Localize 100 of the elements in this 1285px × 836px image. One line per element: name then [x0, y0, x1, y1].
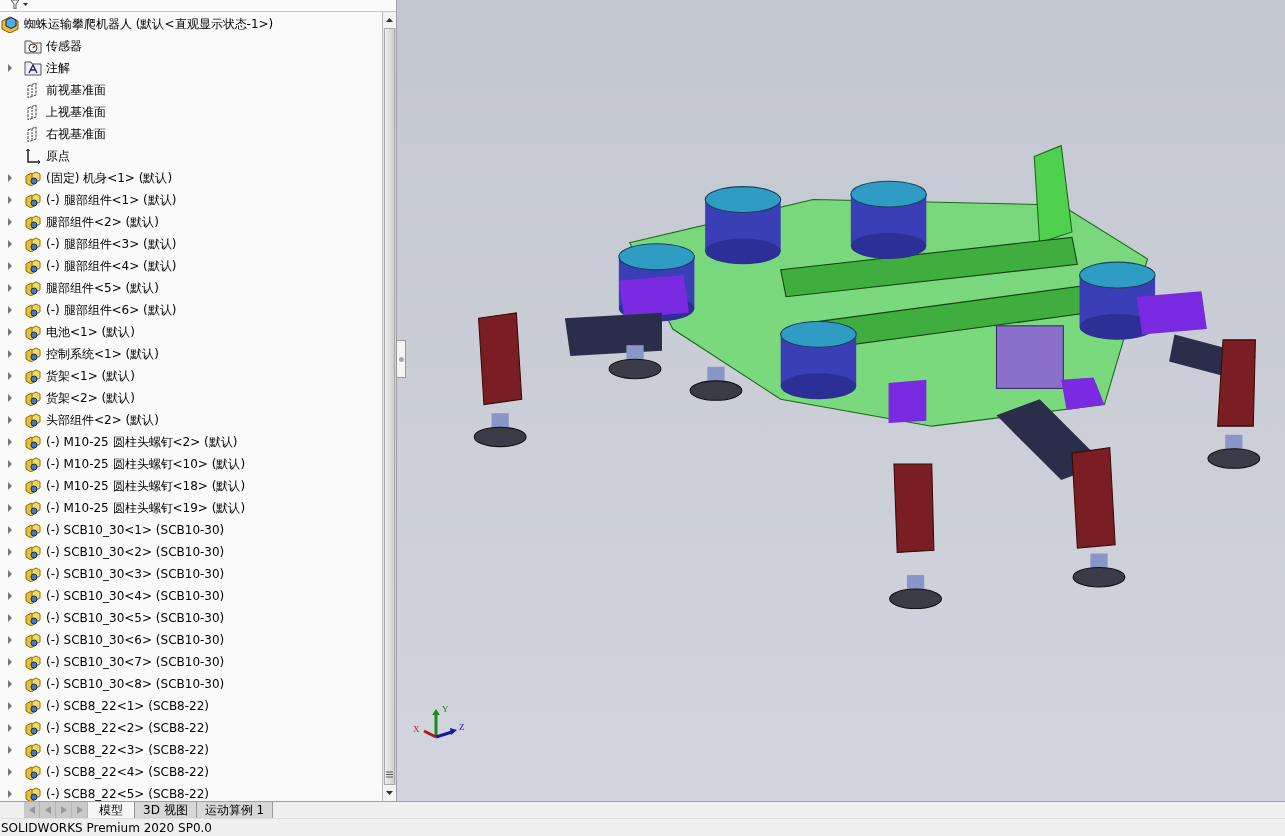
assembly-icon	[24, 236, 42, 252]
expand-arrow-icon[interactable]	[8, 636, 12, 644]
tree-item[interactable]: (-) M10-25 圆柱头螺钉<19> (默认)	[0, 497, 382, 519]
tab[interactable]: 3D 视图	[135, 802, 197, 818]
assembly-icon	[24, 478, 42, 494]
expand-arrow-icon[interactable]	[8, 372, 12, 380]
tree-item[interactable]: (-) M10-25 圆柱头螺钉<18> (默认)	[0, 475, 382, 497]
tree-item[interactable]: (-) SCB10_30<8> (SCB10-30)	[0, 673, 382, 695]
tree-item[interactable]: (-) SCB10_30<5> (SCB10-30)	[0, 607, 382, 629]
assembly-icon	[24, 390, 42, 406]
tree-item[interactable]: (-) SCB10_30<7> (SCB10-30)	[0, 651, 382, 673]
assembly-icon	[24, 192, 42, 208]
expand-arrow-icon[interactable]	[8, 570, 12, 578]
assembly-icon	[24, 258, 42, 274]
expand-arrow-icon[interactable]	[8, 526, 12, 534]
expand-arrow-icon[interactable]	[8, 724, 12, 732]
assembly-icon	[24, 522, 42, 538]
scroll-down-icon[interactable]	[386, 791, 393, 795]
assembly-icon	[24, 610, 42, 626]
assembly-icon	[24, 412, 42, 428]
expand-arrow-icon[interactable]	[8, 768, 12, 776]
assembly-icon	[0, 15, 20, 33]
expand-arrow-icon[interactable]	[8, 328, 12, 336]
axis-label: X	[413, 724, 420, 734]
tree-item[interactable]: 腿部组件<5> (默认)	[0, 277, 382, 299]
tree-item[interactable]: 货架<1> (默认)	[0, 365, 382, 387]
assembly-icon	[24, 302, 42, 318]
expand-arrow-icon[interactable]	[8, 350, 12, 358]
expand-arrow-icon[interactable]	[8, 658, 12, 666]
tab[interactable]: 运动算例 1	[196, 802, 274, 818]
sensor-folder-icon	[24, 38, 42, 54]
tree-item[interactable]: (-) M10-25 圆柱头螺钉<2> (默认)	[0, 431, 382, 453]
tree-item[interactable]: 右视基准面	[0, 123, 382, 145]
tree-item[interactable]: 注解	[0, 57, 382, 79]
scrollbar[interactable]	[382, 12, 396, 801]
tree-item[interactable]: (固定) 机身<1> (默认)	[0, 167, 382, 189]
tree-item[interactable]: (-) 腿部组件<1> (默认)	[0, 189, 382, 211]
assembly-icon	[24, 588, 42, 604]
tree-item[interactable]: 货架<2> (默认)	[0, 387, 382, 409]
tree-item[interactable]: (-) SCB10_30<1> (SCB10-30)	[0, 519, 382, 541]
tree-item[interactable]: (-) SCB8_22<3> (SCB8-22)	[0, 739, 382, 761]
expand-arrow-icon[interactable]	[8, 702, 12, 710]
assembly-icon	[24, 214, 42, 230]
tree-item[interactable]: (-) 腿部组件<3> (默认)	[0, 233, 382, 255]
expand-arrow-icon[interactable]	[8, 460, 12, 468]
expand-arrow-icon[interactable]	[8, 240, 12, 248]
tree-item[interactable]: 上视基准面	[0, 101, 382, 123]
tree-item[interactable]: 蜘蛛运输攀爬机器人 (默认<直观显示状态-1>)	[0, 13, 382, 35]
graphics-viewport[interactable]: Y X Z	[397, 0, 1285, 801]
assembly-icon	[24, 654, 42, 670]
tree-item[interactable]: 前视基准面	[0, 79, 382, 101]
filter-icon[interactable]	[10, 0, 30, 9]
assembly-icon	[24, 500, 42, 516]
panel-splitter[interactable]	[396, 340, 406, 378]
tree-item[interactable]: (-) SCB10_30<3> (SCB10-30)	[0, 563, 382, 585]
assembly-icon	[24, 280, 42, 296]
tree-item[interactable]: 电池<1> (默认)	[0, 321, 382, 343]
annotation-folder-icon	[24, 60, 42, 76]
expand-arrow-icon[interactable]	[8, 262, 12, 270]
tree-item[interactable]: 原点	[0, 145, 382, 167]
expand-arrow-icon[interactable]	[8, 416, 12, 424]
expand-arrow-icon[interactable]	[8, 438, 12, 446]
axis-label: Z	[459, 722, 465, 732]
expand-arrow-icon[interactable]	[8, 592, 12, 600]
expand-arrow-icon[interactable]	[8, 614, 12, 622]
expand-arrow-icon[interactable]	[8, 306, 12, 314]
assembly-icon	[24, 324, 42, 340]
axis-label: Y	[442, 704, 449, 714]
tree-item[interactable]: 传感器	[0, 35, 382, 57]
expand-arrow-icon[interactable]	[8, 174, 12, 182]
scroll-up-icon[interactable]	[386, 18, 393, 22]
tree-item[interactable]: 头部组件<2> (默认)	[0, 409, 382, 431]
tree-item[interactable]: (-) SCB10_30<6> (SCB10-30)	[0, 629, 382, 651]
expand-arrow-icon[interactable]	[8, 504, 12, 512]
tab[interactable]: 模型	[88, 802, 135, 818]
tree-item[interactable]: (-) 腿部组件<4> (默认)	[0, 255, 382, 277]
assembly-icon	[24, 434, 42, 450]
tree-item[interactable]: (-) SCB10_30<2> (SCB10-30)	[0, 541, 382, 563]
tree-item[interactable]: 腿部组件<2> (默认)	[0, 211, 382, 233]
expand-arrow-icon[interactable]	[8, 64, 12, 72]
tree-item[interactable]: (-) SCB10_30<4> (SCB10-30)	[0, 585, 382, 607]
expand-arrow-icon[interactable]	[8, 196, 12, 204]
expand-arrow-icon[interactable]	[8, 680, 12, 688]
tree-item[interactable]: (-) SCB8_22<4> (SCB8-22)	[0, 761, 382, 783]
expand-arrow-icon[interactable]	[8, 394, 12, 402]
grip-icon	[386, 771, 393, 778]
tree-item[interactable]: (-) SCB8_22<2> (SCB8-22)	[0, 717, 382, 739]
assembly-icon	[24, 170, 42, 186]
expand-arrow-icon[interactable]	[8, 746, 12, 754]
assembly-icon	[24, 566, 42, 582]
expand-arrow-icon[interactable]	[8, 548, 12, 556]
tree-item[interactable]: (-) M10-25 圆柱头螺钉<10> (默认)	[0, 453, 382, 475]
expand-arrow-icon[interactable]	[8, 284, 12, 292]
assembly-icon	[24, 720, 42, 736]
tree-item[interactable]: (-) SCB8_22<1> (SCB8-22)	[0, 695, 382, 717]
tree-item[interactable]: (-) 腿部组件<6> (默认)	[0, 299, 382, 321]
tree-item[interactable]: 控制系统<1> (默认)	[0, 343, 382, 365]
assembly-icon	[24, 676, 42, 692]
expand-arrow-icon[interactable]	[8, 482, 12, 490]
expand-arrow-icon[interactable]	[8, 218, 12, 226]
